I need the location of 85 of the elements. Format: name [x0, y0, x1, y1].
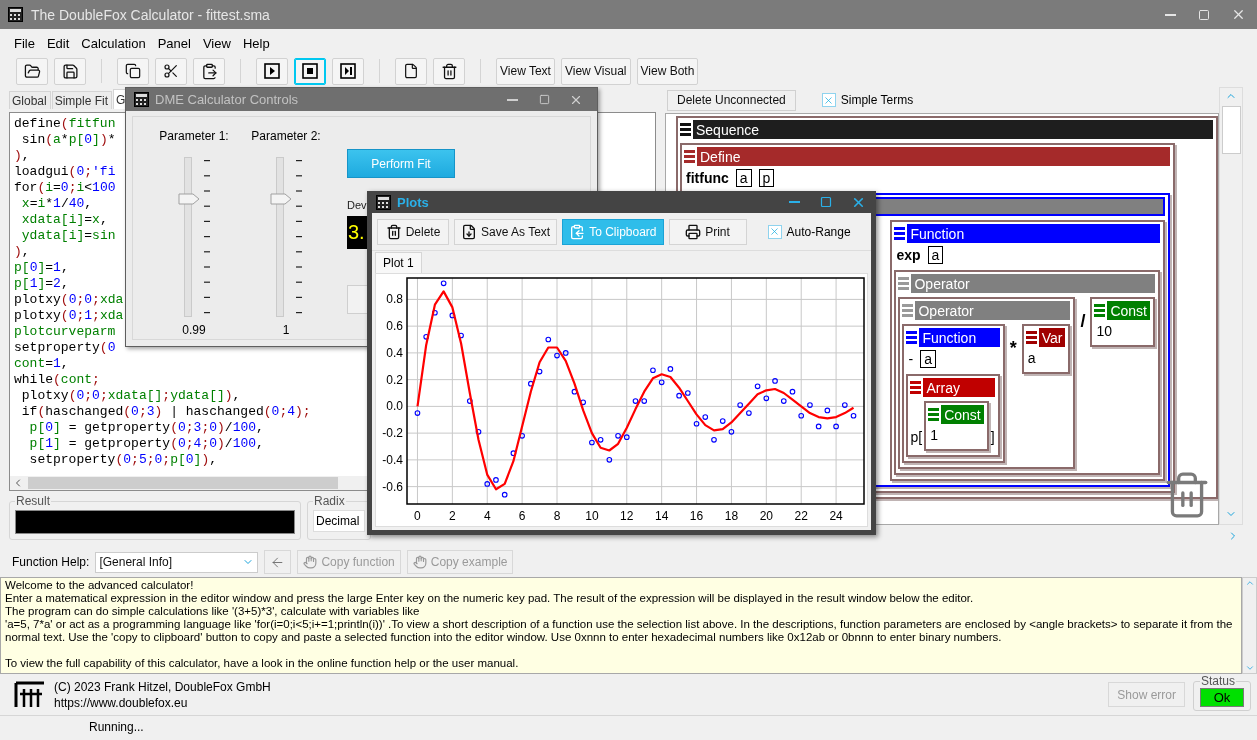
- block-text: p[: [910, 428, 923, 445]
- help-text: The program can do simple calculations like '(3+5)*3', calculate with variables like: [5, 605, 421, 618]
- tick-label: 24: [829, 509, 843, 523]
- tick-label: 0.4: [386, 345, 403, 360]
- help-text: Enter a matematical expression in the editor window and press the large Enter key on the numeric key pad. The result of the expression will be displayed in the result window below the editor.: [5, 592, 975, 605]
- copyright-text: (C) 2023 Frank Hitzel, DoubleFox GmbH: [54, 679, 272, 694]
- code-line: xdata[i]=x,: [20, 212, 108, 228]
- parameter-label: Parameter 2:: [251, 129, 321, 143]
- code-line: plotxy(0;1;xda: [14, 308, 124, 324]
- block-value: -: [908, 351, 914, 367]
- code-line: setproperty(0: [14, 340, 116, 356]
- block-title: Var: [1038, 328, 1066, 347]
- tick-label: 12: [620, 509, 634, 523]
- block-value: 1: [930, 427, 938, 443]
- tick-label: 0.2: [386, 372, 403, 387]
- code-line: ),: [14, 244, 30, 260]
- tick-label: 0.8: [386, 292, 403, 307]
- code-line: p[0]=1,: [14, 260, 69, 276]
- window-title: The DoubleFox Calculator - fittest.sma: [31, 6, 271, 23]
- code-line: define(fitfun: [14, 116, 116, 132]
- group-label: Result: [15, 494, 51, 508]
- code-line: sin(a*p[0])*: [20, 132, 116, 148]
- tick-label: 16: [689, 509, 704, 523]
- tick-label: 18: [724, 509, 739, 523]
- block-title: Function: [907, 224, 1160, 243]
- block-title: Const: [941, 405, 984, 424]
- tick-label: 8: [553, 509, 561, 523]
- code-line: p[0] = getproperty(0;3;0)/100,: [28, 420, 264, 436]
- block-title: Operator: [915, 301, 1071, 320]
- help-text: Welcome to the advanced calculator!: [5, 579, 195, 592]
- parameter-value: 1: [282, 323, 290, 337]
- tick-label: 22: [794, 509, 808, 523]
- block-title: Sequence: [693, 120, 1213, 139]
- group-label: Radix: [313, 494, 346, 508]
- tick-label: 0.6: [386, 319, 403, 334]
- operator-sign: /: [1080, 310, 1086, 332]
- tick-label: 4: [483, 509, 491, 523]
- tick-label: 20: [759, 509, 773, 523]
- code-line: if(haschanged(0;3) | haschanged(0;4);: [20, 404, 311, 420]
- code-line: p[1]=2,: [14, 276, 69, 292]
- tick-label: 14: [655, 509, 669, 523]
- tick-label: -0.2: [382, 426, 403, 441]
- help-text: 'a=5, 7*a' or act as a programming language like 'for(i=0;i<5;i+=1;println(i))' .To view a short description of a function use the selection list above. In the descriptions, function parameters are enclosed by <angle brackets> to separate it from the normal text. Use the 'copy to clipboard' button to copy and paste a selected function into the editor window. Use 0xnnn to enter hexadecimal numbers like 0x12ab or 0bnnn to enter binary numbers.: [5, 618, 1234, 644]
- code-line: x=i*1/40,: [20, 196, 93, 212]
- code-line: p[1] = getproperty(0;4;0)/100,: [28, 436, 264, 452]
- help-text: To view the full capability of this calculator, have a look in the online function help or the user manual.: [5, 657, 520, 670]
- tick-label: 2: [449, 509, 456, 523]
- field-label: Function Help:: [12, 555, 90, 569]
- tick-label: -0.4: [382, 452, 403, 467]
- window-title: Plots: [397, 194, 430, 210]
- checkbox-label: Simple Terms: [840, 93, 914, 107]
- block-value: 10: [1096, 323, 1112, 339]
- code-line: loadgui(0;'fi: [14, 164, 116, 180]
- tick-label: 0: [414, 509, 421, 523]
- code-line: setproperty(0;5;0;p[0]),: [28, 452, 217, 468]
- block-value: a: [1027, 350, 1036, 366]
- code-line: plotxy(0;0;xdata[];ydata[]),: [20, 388, 241, 404]
- status-text: Running...: [89, 720, 144, 734]
- status-indicator: Ok: [1200, 688, 1244, 707]
- block-title: Array: [923, 378, 995, 397]
- block-text: ]: [990, 428, 995, 445]
- code-line: cont=1,: [14, 356, 69, 372]
- parameter-label: Parameter 1:: [159, 129, 229, 143]
- code-line: ),: [14, 148, 30, 164]
- code-line: ydata[i]=sin: [20, 228, 116, 244]
- operator-sign: *: [1009, 337, 1017, 359]
- block-title: Operator: [911, 274, 1155, 293]
- tick-label: 0.0: [386, 399, 403, 414]
- block-name: fitfunc: [686, 170, 729, 186]
- parameter-value: 0.99: [182, 323, 206, 337]
- tick-label: 10: [585, 509, 599, 523]
- tick-label: -0.6: [382, 479, 403, 494]
- code-line: for(i=0;i<100: [14, 180, 116, 196]
- code-line: plotxy(0;0;xda: [14, 292, 124, 308]
- block-title: Define: [697, 147, 1170, 166]
- code-line: plotcurveparm: [14, 324, 116, 340]
- block-title: Function: [919, 328, 1000, 347]
- checkbox-label: Auto-Range: [786, 224, 851, 239]
- deviation-label: Dev: [347, 199, 367, 211]
- block-name: exp: [896, 247, 921, 263]
- window-title: DME Calculator Controls: [155, 92, 300, 107]
- block-title: Const: [1107, 301, 1150, 320]
- group-label: Status: [1200, 674, 1237, 688]
- tick-label: 6: [518, 509, 526, 523]
- code-line: while(cont;: [14, 372, 100, 388]
